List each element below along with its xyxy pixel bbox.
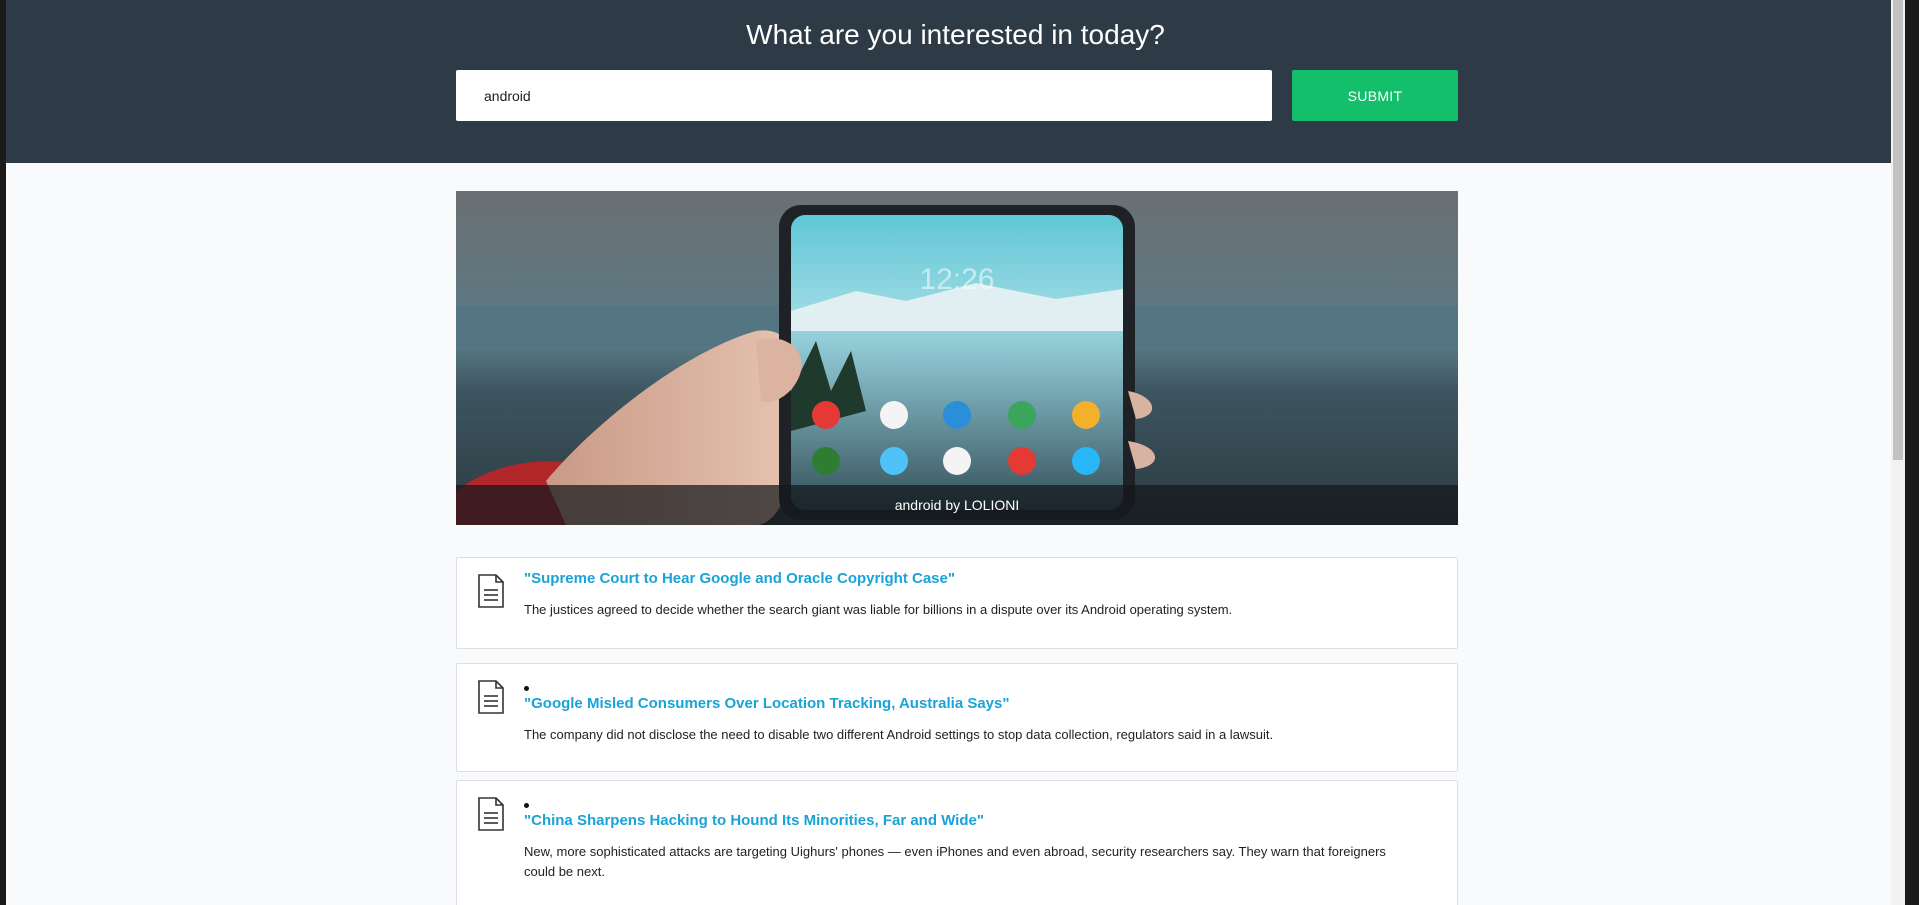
- article-title-link[interactable]: "Google Misled Consumers Over Location T…: [524, 695, 1009, 713]
- hero-caption: android by LOLIONI: [456, 485, 1458, 525]
- article-title-link[interactable]: "China Sharpens Hacking to Hound Its Min…: [524, 812, 984, 830]
- page-heading: What are you interested in today?: [746, 19, 1165, 50]
- article-card: "Supreme Court to Hear Google and Oracle…: [456, 557, 1458, 649]
- article-description: The company did not disclose the need to…: [524, 727, 1274, 742]
- phone-clock: 12:26: [919, 263, 994, 296]
- article-description: The justices agreed to decide whether th…: [524, 602, 1233, 617]
- vertical-scrollbar[interactable]: [1891, 0, 1905, 905]
- document-icon: [478, 797, 504, 831]
- submit-button[interactable]: SUBMIT: [1292, 70, 1458, 121]
- hero-image: 12:26 android by LOLIONI: [456, 191, 1458, 525]
- search-input[interactable]: [456, 70, 1272, 121]
- list-bullet: [524, 803, 529, 808]
- article-title-link[interactable]: "Supreme Court to Hear Google and Oracle…: [524, 570, 955, 588]
- header: What are you interested in today? SUBMIT: [6, 0, 1905, 163]
- document-icon: [478, 574, 504, 608]
- hero-illustration: 12:26: [456, 191, 1458, 525]
- article-card: "China Sharpens Hacking to Hound Its Min…: [456, 780, 1458, 905]
- list-bullet: [524, 686, 529, 691]
- scrollbar-thumb[interactable]: [1893, 0, 1903, 460]
- article-card: "Google Misled Consumers Over Location T…: [456, 663, 1458, 772]
- article-description: New, more sophisticated attacks are targ…: [524, 844, 1386, 879]
- page: What are you interested in today? SUBMIT: [6, 0, 1905, 905]
- document-icon: [478, 680, 504, 714]
